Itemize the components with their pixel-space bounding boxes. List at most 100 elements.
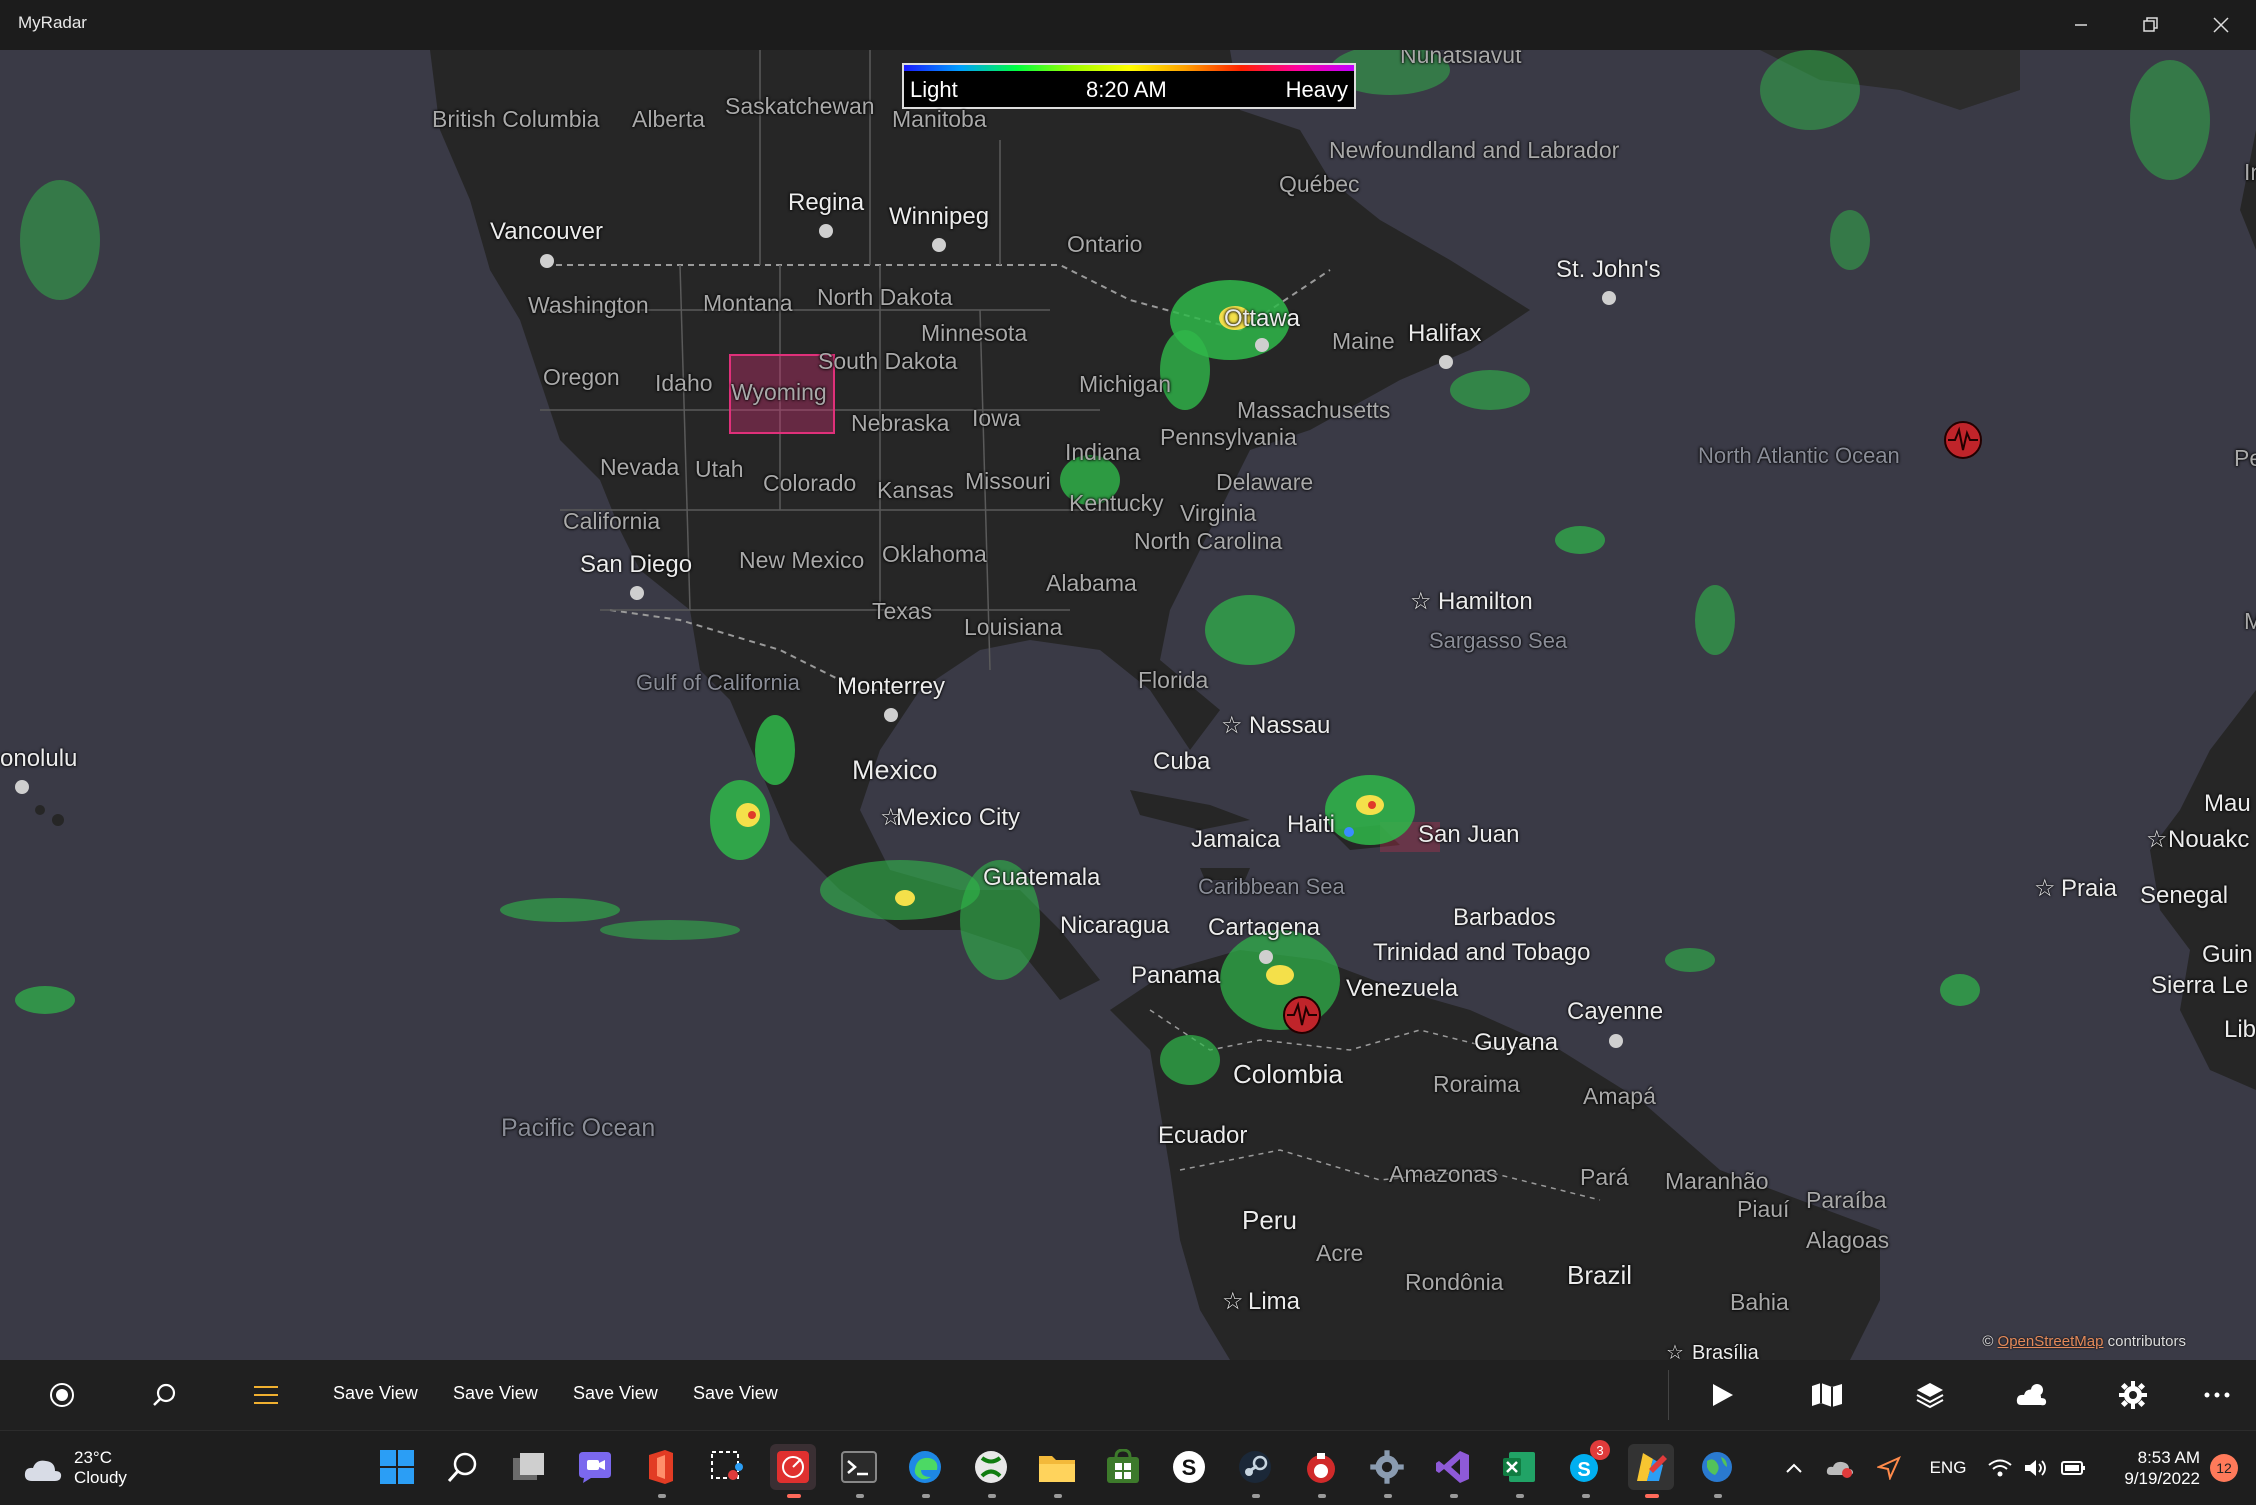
menu-button[interactable] (234, 1360, 298, 1430)
city-label[interactable]: Nouakc (2168, 828, 2249, 852)
city-label[interactable]: Monterrey (837, 675, 945, 699)
settings-button[interactable] (2101, 1360, 2165, 1430)
city-label[interactable]: Halifax (1408, 322, 1481, 346)
terminal-app[interactable] (836, 1444, 882, 1490)
city-label[interactable]: Lima (1248, 1290, 1300, 1314)
city-label[interactable]: San Diego (580, 553, 692, 577)
city-label[interactable]: Regina (788, 191, 864, 215)
restore-button[interactable] (2116, 0, 2186, 50)
city-label[interactable]: Cartagena (1208, 916, 1320, 940)
map-style-button[interactable] (1795, 1360, 1859, 1430)
visual-studio-app[interactable] (1430, 1444, 1476, 1490)
cloud-error-icon (1826, 1461, 1853, 1478)
city-label[interactable]: St. John's (1556, 258, 1661, 282)
skype-app[interactable]: S 3 (1562, 1440, 1610, 1490)
red-app[interactable] (1298, 1444, 1344, 1490)
city-label[interactable]: Mexico (852, 757, 938, 784)
city-label[interactable]: Jamaica (1191, 828, 1280, 852)
layers-button[interactable] (1898, 1360, 1962, 1430)
city-label[interactable]: Guatemala (983, 866, 1100, 890)
snipping-tool-app[interactable] (704, 1444, 750, 1490)
city-label[interactable]: onolulu (0, 747, 77, 771)
city-label[interactable]: Venezuela (1346, 977, 1458, 1001)
battery-icon (2061, 1461, 2085, 1475)
region-label: Manitoba (892, 106, 987, 132)
notification-center-button[interactable]: 12 (2204, 1431, 2244, 1505)
region-label: M (2244, 608, 2256, 634)
language-indicator[interactable]: ENG (1920, 1431, 1976, 1505)
myradar-window-app[interactable] (1628, 1444, 1674, 1490)
city-label[interactable]: Winnipeg (889, 205, 989, 229)
city-label[interactable]: Trinidad and Tobago (1373, 941, 1591, 965)
city-label[interactable]: Brazil (1567, 1262, 1632, 1288)
save-view-button[interactable]: Save View (573, 1383, 658, 1404)
app-icon (1307, 1453, 1335, 1483)
city-label[interactable]: Guyana (1474, 1031, 1558, 1055)
city-label[interactable]: Nassau (1249, 714, 1330, 738)
city-label[interactable]: Vancouver (490, 220, 603, 244)
close-button[interactable] (2186, 0, 2256, 50)
radar-map[interactable]: Light 8:20 AM Heavy Vancouver Regina Win… (0, 50, 2256, 1360)
volume-tray[interactable] (2022, 1431, 2050, 1505)
excel-app[interactable] (1496, 1444, 1542, 1490)
store-app[interactable] (1100, 1444, 1146, 1490)
city-label[interactable]: Brasília (1692, 1343, 1759, 1360)
city-label[interactable]: Senegal (2140, 884, 2228, 908)
clock-date: 9/19/2022 (2124, 1469, 2200, 1488)
city-label[interactable]: Lib (2224, 1018, 2256, 1042)
search-button[interactable] (132, 1360, 196, 1430)
city-label[interactable]: Cayenne (1567, 1000, 1663, 1024)
office-app[interactable] (638, 1444, 684, 1490)
location-button[interactable] (30, 1360, 94, 1430)
location-tray[interactable] (1871, 1431, 1907, 1505)
onedrive-tray[interactable] (1822, 1431, 1858, 1505)
file-explorer[interactable] (1034, 1444, 1080, 1490)
city-label[interactable]: San Juan (1418, 823, 1519, 847)
xbox-app[interactable] (968, 1444, 1014, 1490)
taskbar-search-button[interactable] (440, 1444, 486, 1490)
play-button[interactable] (1690, 1360, 1754, 1430)
city-label[interactable]: Barbados (1453, 906, 1556, 930)
edge-icon (909, 1451, 941, 1483)
city-label[interactable]: Mexico City (896, 806, 1020, 830)
save-view-button[interactable]: Save View (453, 1383, 538, 1404)
edge-browser[interactable] (902, 1444, 948, 1490)
city-label[interactable]: Guin (2202, 943, 2253, 967)
save-view-button[interactable]: Save View (693, 1383, 778, 1404)
city-label[interactable]: Ottawa (1224, 307, 1300, 331)
save-view-button[interactable]: Save View (333, 1383, 418, 1404)
city-label[interactable]: Peru (1242, 1207, 1297, 1233)
city-label[interactable]: Colombia (1233, 1061, 1343, 1087)
city-label[interactable]: Cuba (1153, 750, 1210, 774)
city-label[interactable]: Mau (2204, 792, 2251, 816)
task-view-button[interactable] (506, 1444, 552, 1490)
city-label[interactable]: Sierra Le (2151, 974, 2248, 998)
minimize-button[interactable] (2046, 0, 2116, 50)
city-label[interactable]: Haiti (1287, 813, 1335, 837)
s-app[interactable]: S (1166, 1444, 1212, 1490)
city-label[interactable]: Ecuador (1158, 1124, 1247, 1148)
intensity-gradient (904, 65, 1354, 71)
earthquake-marker-atlantic[interactable] (1944, 421, 1982, 459)
settings-app[interactable] (1364, 1444, 1410, 1490)
globe-app[interactable] (1694, 1444, 1740, 1490)
city-label[interactable]: Praia (2061, 877, 2117, 901)
clock[interactable]: 8:53 AM 9/19/2022 (2100, 1431, 2200, 1505)
teams-chat-button[interactable] (572, 1444, 618, 1490)
city-label[interactable]: Nicaragua (1060, 914, 1169, 938)
show-hidden-icons-button[interactable] (1776, 1431, 1812, 1505)
wifi-tray[interactable] (1986, 1431, 2014, 1505)
earthquake-marker-colombia[interactable] (1283, 996, 1321, 1034)
myradar-app[interactable] (770, 1444, 816, 1490)
city-label[interactable]: Panama (1131, 964, 1220, 988)
battery-tray[interactable] (2058, 1431, 2090, 1505)
openstreetmap-link[interactable]: OpenStreetMap (1998, 1333, 2104, 1350)
more-button[interactable] (2185, 1360, 2249, 1430)
weather-button[interactable] (2000, 1360, 2064, 1430)
weather-widget[interactable]: 23°C Cloudy (22, 1431, 152, 1505)
start-button[interactable] (374, 1444, 420, 1490)
city-label[interactable]: Hamilton (1438, 590, 1533, 614)
capital-star-icon: ☆ (1221, 712, 1243, 739)
steam-app[interactable] (1232, 1444, 1278, 1490)
speaker-icon (2025, 1460, 2046, 1476)
